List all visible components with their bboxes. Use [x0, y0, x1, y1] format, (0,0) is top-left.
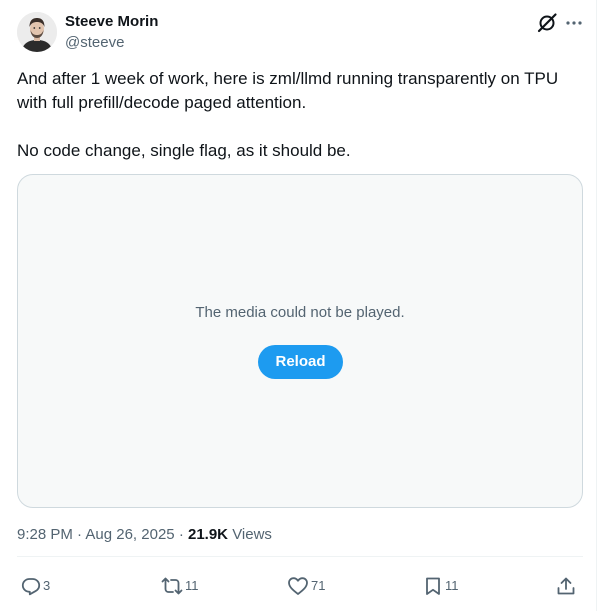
avatar[interactable] — [17, 12, 57, 52]
views-label: Views — [232, 526, 272, 543]
views-count[interactable]: 21.9K — [188, 526, 228, 543]
tweet-meta: 9:28 PM · Aug 26, 2025 · 21.9K Views — [17, 525, 272, 545]
bookmark-icon — [426, 577, 440, 595]
share-button[interactable] — [556, 575, 576, 597]
tweet-text: And after 1 week of work, here is zml/ll… — [17, 67, 582, 163]
reload-button[interactable]: Reload — [258, 345, 343, 379]
media-player[interactable]: The media could not be played. Reload — [17, 174, 583, 508]
tweet-paragraph: And after 1 week of work, here is zml/ll… — [17, 69, 559, 112]
bookmark-count: 11 — [445, 578, 459, 593]
grok-icon[interactable] — [536, 12, 558, 34]
repost-count: 11 — [185, 578, 199, 593]
reply-count: 3 — [43, 578, 51, 593]
tweet-paragraph: No code change, single flag, as it shoul… — [17, 141, 351, 160]
tweet-time[interactable]: 9:28 PM — [17, 526, 73, 543]
bookmark-button[interactable]: 11 — [423, 575, 459, 597]
like-count: 71 — [311, 578, 326, 593]
avatar-photo — [17, 12, 57, 52]
share-icon — [557, 577, 575, 595]
media-error-message: The media could not be played. — [195, 304, 405, 321]
divider — [17, 556, 583, 557]
repost-icon — [161, 577, 183, 595]
author-name[interactable]: Steeve Morin — [65, 12, 158, 32]
more-icon[interactable] — [563, 12, 585, 34]
meta-separator: · — [178, 526, 184, 543]
heart-icon — [288, 577, 308, 595]
meta-separator: · — [77, 526, 83, 543]
reply-icon — [21, 578, 41, 596]
like-button[interactable]: 71 — [287, 575, 325, 597]
author-handle[interactable]: @steeve — [65, 33, 124, 53]
tweet-date[interactable]: Aug 26, 2025 — [85, 526, 174, 543]
reply-button[interactable]: 3 — [21, 575, 50, 597]
tweet-card: Steeve Morin @steeve And after 1 week of… — [0, 0, 597, 611]
repost-button[interactable]: 11 — [161, 575, 199, 597]
